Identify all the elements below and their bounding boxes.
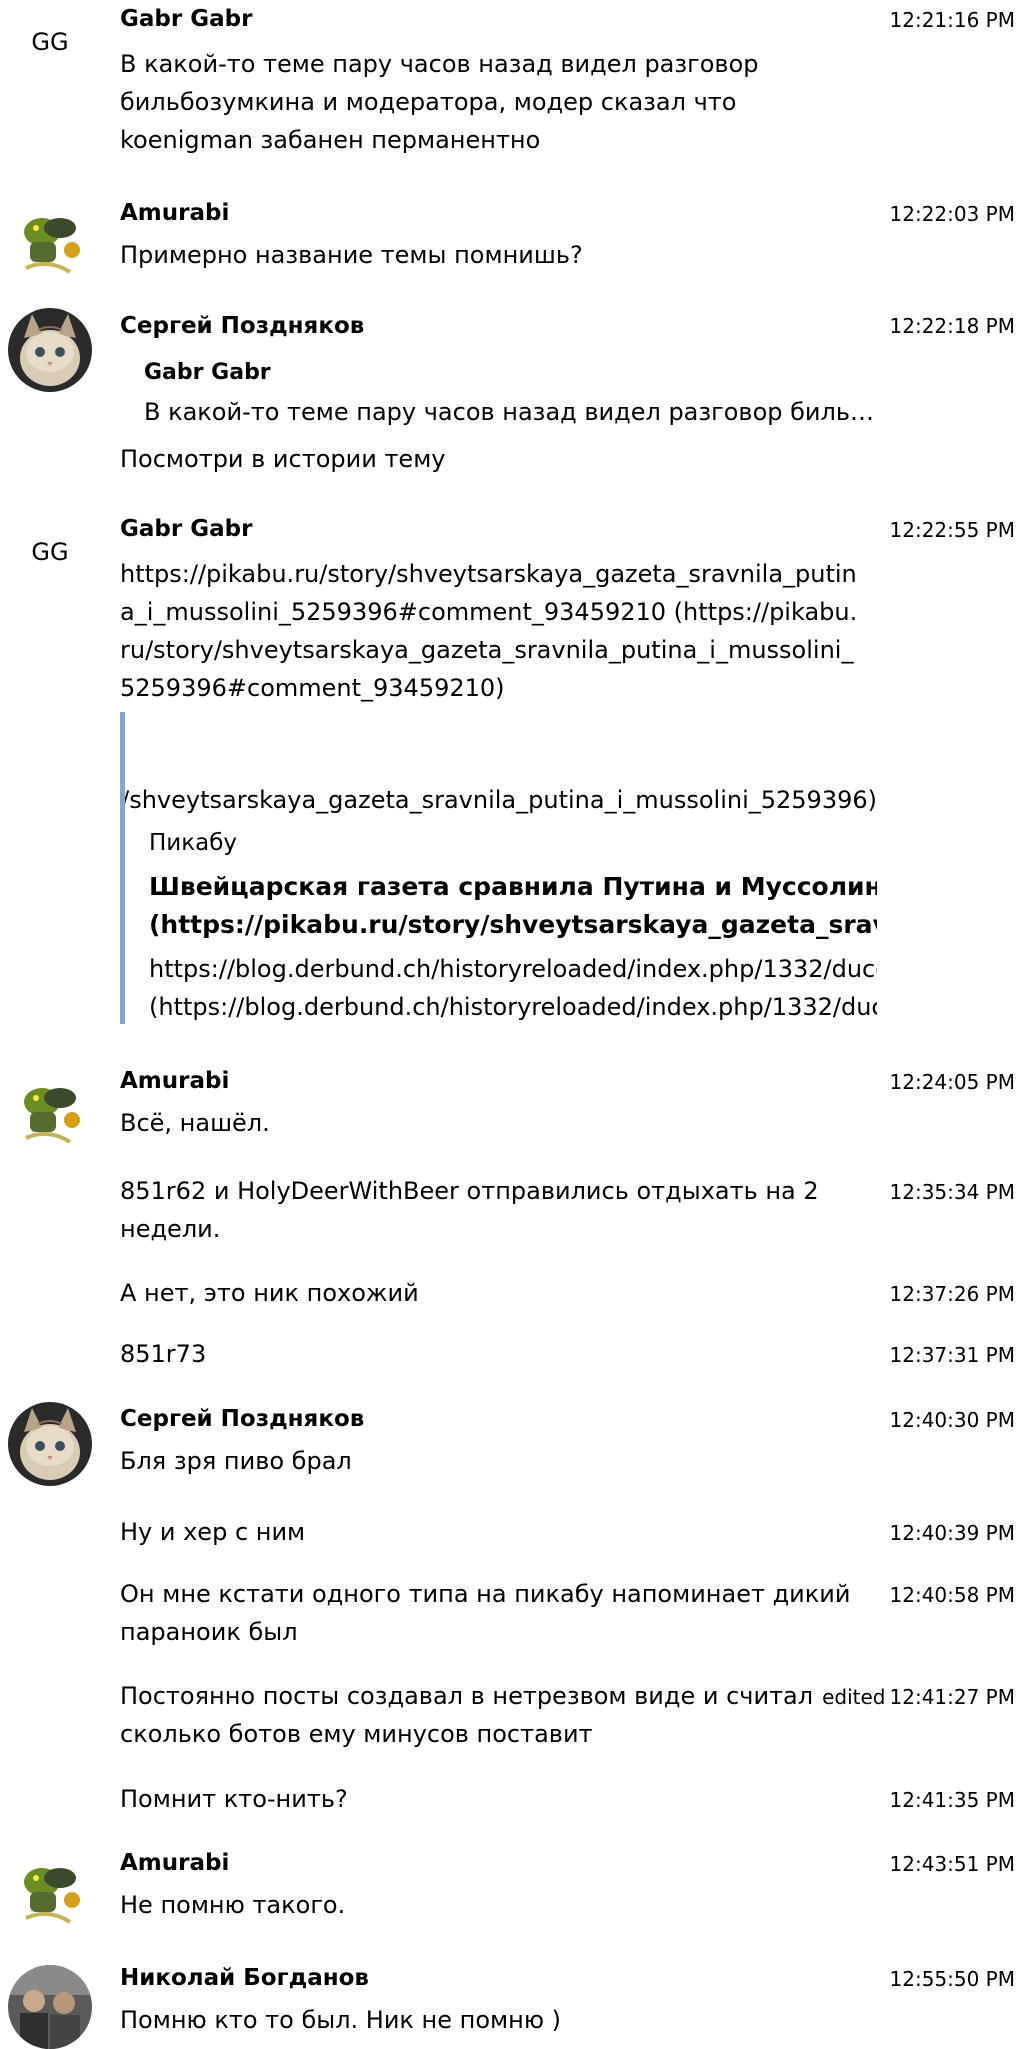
preview-description-line: https://blog.derbund.ch/historyreloaded/… bbox=[149, 955, 877, 983]
preview-title-line: (https://pikabu.ru/story/shveytsarskaya_… bbox=[149, 910, 877, 939]
message[interactable]: Николай Богданов 12:55:50 PM Помню кто т… bbox=[0, 1957, 1021, 2049]
author-name[interactable]: Gabr Gabr bbox=[120, 6, 252, 32]
chat-log: GG Gabr Gabr 12:21:16 PM В какой-то теме… bbox=[0, 0, 1021, 2049]
message[interactable]: GG Gabr Gabr 12:21:16 PM В какой-то теме… bbox=[0, 0, 1021, 170]
message[interactable]: edited 12:41:27 PM Постоянно посты создав… bbox=[0, 1677, 1021, 1757]
message[interactable]: GG Gabr Gabr 12:22:55 PM https://pikabu.… bbox=[0, 510, 1021, 1030]
reply-quote[interactable]: Gabr Gabr В какой-то теме пару часов наз… bbox=[120, 356, 884, 440]
message[interactable]: Amurabi 12:22:03 PM Примерно название те… bbox=[0, 190, 1021, 290]
avatar[interactable] bbox=[8, 1068, 92, 1152]
message-text: Примерно название темы помнишь? bbox=[120, 241, 583, 269]
preview-description-line: (https://blog.derbund.ch/historyreloaded… bbox=[149, 993, 877, 1021]
message-text: Помнит кто-нить? bbox=[120, 1785, 348, 1813]
author-name[interactable]: Сергей Поздняков bbox=[120, 1406, 364, 1432]
timestamp: 12:24:05 PM bbox=[889, 1070, 1016, 1094]
timestamp: 12:40:58 PM bbox=[889, 1583, 1016, 1607]
message[interactable]: Amurabi 12:43:51 PM Не помню такого. bbox=[0, 1840, 1021, 1940]
message-text: Посмотри в истории тему bbox=[120, 445, 446, 473]
timestamp: 12:21:16 PM bbox=[889, 8, 1016, 32]
avatar[interactable]: GG bbox=[8, 538, 92, 566]
message[interactable]: 12:40:39 PM Ну и хер с ним bbox=[0, 1513, 1021, 1559]
timestamp: 12:22:03 PM bbox=[889, 202, 1016, 226]
avatar[interactable] bbox=[8, 198, 92, 282]
message[interactable]: 12:40:58 PM Он мне кстати одного типа на… bbox=[0, 1575, 1021, 1655]
message-text: А нет, это ник похожий bbox=[120, 1279, 419, 1307]
message-text: 851r62 и HolyDeerWithBeer отправились от… bbox=[120, 1177, 819, 1243]
reply-text: В какой-то теме пару часов назад видел р… bbox=[144, 398, 884, 426]
timestamp: 12:35:34 PM bbox=[889, 1180, 1016, 1204]
avatar[interactable] bbox=[8, 1402, 92, 1486]
timestamp: 12:55:50 PM bbox=[889, 1967, 1016, 1991]
timestamp-group: edited 12:41:27 PM bbox=[822, 1685, 1015, 1709]
preview-site: Пикабу bbox=[149, 830, 238, 856]
message[interactable]: Сергей Поздняков 12:22:18 PM Gabr Gabr В… bbox=[0, 306, 1021, 496]
author-name[interactable]: Сергей Поздняков bbox=[120, 313, 364, 339]
edited-label: edited bbox=[822, 1685, 886, 1709]
timestamp: 12:41:35 PM bbox=[889, 1788, 1016, 1812]
reply-author: Gabr Gabr bbox=[144, 360, 271, 385]
avatar[interactable] bbox=[8, 1965, 92, 2049]
avatar[interactable] bbox=[8, 1848, 92, 1932]
message[interactable]: 12:37:26 PM А нет, это ник похожий bbox=[0, 1274, 1021, 1320]
link-preview[interactable]: ry/shveytsarskaya_gazeta_sravnila_putina… bbox=[120, 712, 877, 1024]
author-name[interactable]: Amurabi bbox=[120, 200, 229, 226]
message-text: Помню кто то был. Ник не помню ) bbox=[120, 2006, 562, 2034]
message-text: Всё, нашёл. bbox=[120, 1109, 270, 1137]
message-text: 851r73 bbox=[120, 1340, 207, 1368]
author-name[interactable]: Николай Богданов bbox=[120, 1965, 369, 1991]
message-text: Постоянно посты создавал в нетрезвом вид… bbox=[120, 1682, 814, 1748]
timestamp: 12:40:30 PM bbox=[889, 1408, 1016, 1432]
message[interactable]: 12:41:35 PM Помнит кто-нить? bbox=[0, 1780, 1021, 1826]
message-text: В какой-то теме пару часов назад видел р… bbox=[120, 50, 759, 154]
timestamp: 12:37:31 PM bbox=[889, 1343, 1016, 1367]
timestamp: 12:43:51 PM bbox=[889, 1852, 1016, 1876]
author-name[interactable]: Amurabi bbox=[120, 1068, 229, 1094]
timestamp: 12:40:39 PM bbox=[889, 1521, 1016, 1545]
timestamp: 12:41:27 PM bbox=[889, 1685, 1016, 1709]
message-text: Не помню такого. bbox=[120, 1891, 346, 1919]
timestamp: 12:22:18 PM bbox=[889, 314, 1016, 338]
avatar[interactable] bbox=[8, 308, 92, 392]
message-link[interactable]: https://pikabu.ru/story/shveytsarskaya_g… bbox=[120, 555, 865, 707]
preview-url[interactable]: ry/shveytsarskaya_gazeta_sravnila_putina… bbox=[125, 786, 877, 814]
message-text: Бля зря пиво брал bbox=[120, 1447, 352, 1475]
preview-description[interactable]: https://blog.derbund.ch/historyreloaded/… bbox=[149, 950, 877, 1024]
message[interactable]: Amurabi 12:24:05 PM Всё, нашёл. bbox=[0, 1060, 1021, 1160]
avatar[interactable]: GG bbox=[8, 28, 92, 56]
message-text: Он мне кстати одного типа на пикабу напо… bbox=[120, 1580, 851, 1646]
message-text: Ну и хер с ним bbox=[120, 1518, 306, 1546]
message[interactable]: 12:37:31 PM 851r73 bbox=[0, 1335, 1021, 1381]
message[interactable]: Сергей Поздняков 12:40:30 PM Бля зря пив… bbox=[0, 1396, 1021, 1496]
preview-title[interactable]: Швейцарская газета сравнила Путина и Мус… bbox=[149, 868, 877, 944]
timestamp: 12:37:26 PM bbox=[889, 1282, 1016, 1306]
message[interactable]: 12:35:34 PM 851r62 и HolyDeerWithBeer от… bbox=[0, 1172, 1021, 1252]
author-name[interactable]: Amurabi bbox=[120, 1850, 229, 1876]
author-name[interactable]: Gabr Gabr bbox=[120, 516, 252, 542]
preview-title-line: Швейцарская газета сравнила Путина и Мус… bbox=[149, 872, 877, 901]
timestamp: 12:22:55 PM bbox=[889, 518, 1016, 542]
